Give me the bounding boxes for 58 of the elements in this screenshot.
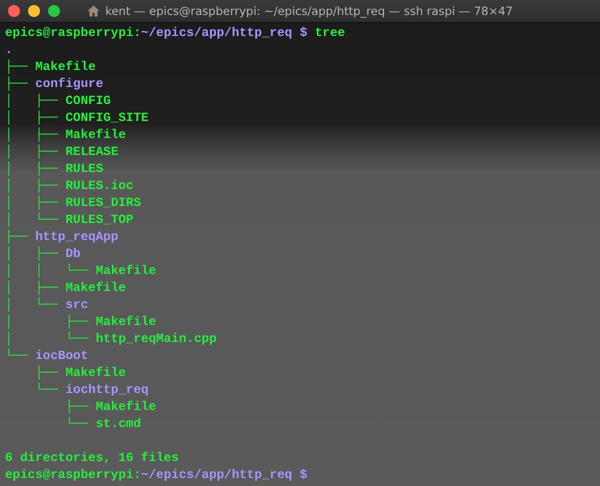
file-name: RULES_DIRS [65,196,142,210]
window-title: kent — epics@raspberrypi: ~/epics/app/http_req — ssh raspi — 78×47 [105,4,513,18]
prompt-path: ~/epics/app/http_req [141,468,292,482]
file-name: Makefile [96,400,156,414]
directory-name: http_reqApp [35,230,118,244]
tree-branch: │ ├── [5,179,59,193]
tree-branch: └── [34,383,59,397]
file-name: Makefile [35,60,96,74]
minimize-button[interactable] [28,5,40,17]
prompt-path: ~/epics/app/http_req [141,26,292,40]
prompt-symbol: $ [300,26,308,40]
tree-branch: │ │ └── [5,264,90,278]
file-name: Makefile [65,128,126,142]
summary-text: 6 directories, 16 files [5,451,179,465]
directory-name: iochttp_req [65,383,149,397]
tree-branch: ├── [64,400,90,414]
file-name: Makefile [65,366,126,380]
tree-branch: │ └── [5,213,59,227]
tree-branch: │ └── [5,298,59,312]
file-name: CONFIG_SITE [65,111,149,125]
file-name: Makefile [65,281,126,295]
tree-branch: │ └── [5,332,90,346]
file-name: http_reqMain.cpp [96,332,217,346]
tree-branch: │ ├── [5,162,59,176]
tree-branch: │ ├── [5,111,59,125]
close-button[interactable] [8,5,20,17]
file-name: CONFIG [65,94,111,108]
file-name: RULES_TOP [65,213,134,227]
maximize-button[interactable] [48,5,60,17]
directory-name: src [65,298,88,312]
tree-branch: ├── [34,366,59,380]
tree-branch: │ ├── [5,128,59,142]
tree-branch: └── [64,417,90,431]
tree-root: . [5,43,13,57]
file-name: Makefile [96,315,156,329]
command-text: tree [314,26,346,40]
tree-branch: │ ├── [5,196,59,210]
tree-branch: ├── [5,60,29,74]
tree-branch: └── [5,349,29,363]
tree-branch: ├── [5,230,29,244]
tree-branch: │ ├── [5,281,59,295]
directory-name: configure [35,77,104,91]
prompt-user-host: epics@raspberrypi: [5,468,142,482]
tree-branch: │ ├── [5,315,90,329]
file-name: RULES [65,162,104,176]
tree-branch: │ ├── [5,247,59,261]
house-icon [87,5,100,17]
file-name: Makefile [96,264,156,278]
prompt-user-host: epics@raspberrypi: [5,26,142,40]
file-name: RULES.ioc [65,179,134,193]
directory-name: iocBoot [35,349,88,363]
tree-branch: ├── [5,77,29,91]
prompt-symbol: $ [300,468,308,482]
tree-branch: │ ├── [5,94,59,108]
directory-name: Db [65,247,81,261]
file-name: st.cmd [96,417,142,431]
tree-branch: │ ├── [5,145,59,159]
file-name: RELEASE [65,145,118,159]
